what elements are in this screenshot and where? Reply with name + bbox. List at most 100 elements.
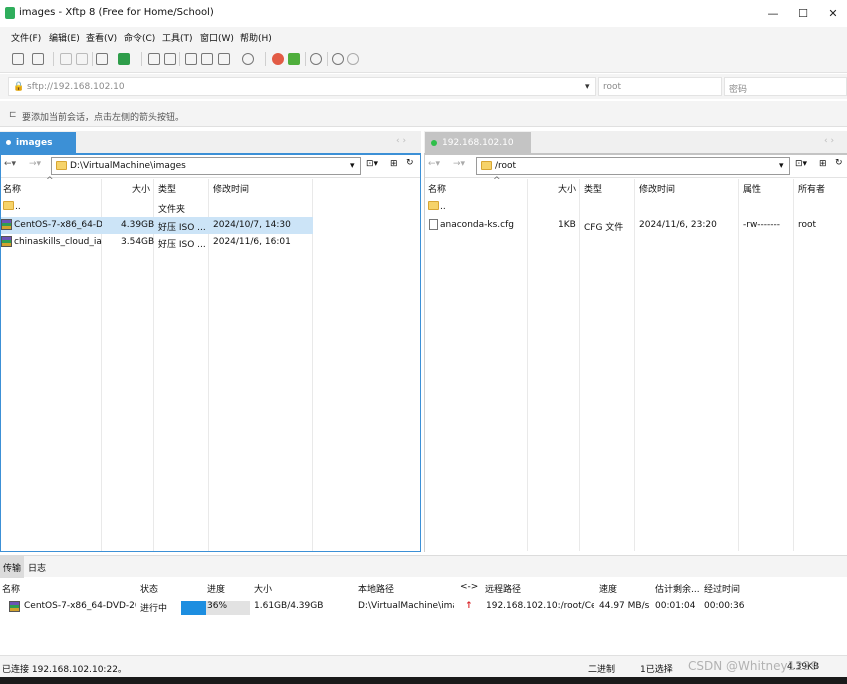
upload-icon[interactable] [148, 53, 160, 65]
menu-view[interactable]: 查看(V) [86, 31, 117, 44]
forward-arrow-icon[interactable]: →▾ [453, 159, 465, 169]
remote-path-input[interactable]: /root ▾ [476, 157, 790, 175]
window-title: images - Xftp 8 (Free for Home/School) [19, 7, 214, 18]
sort-caret-icon: ^ [46, 176, 54, 186]
chevron-down-icon[interactable]: ▾ [585, 82, 590, 92]
disconnect-icon[interactable] [76, 53, 88, 65]
local-path-text: D:\VirtualMachine\images [70, 161, 186, 171]
back-arrow-icon[interactable]: ←▾ [4, 159, 16, 169]
connection-status: 已连接 192.168.102.10:22。 [2, 665, 127, 675]
transfer-row[interactable]: CentOS-7-x86_64-DVD-20... 进行中 36% 1.61GB… [0, 598, 847, 617]
local-column-header: 名称 ^ 大小 类型 修改时间 [1, 176, 420, 197]
upload-arrow-icon: ↑ [465, 601, 473, 611]
add-session-arrow-icon[interactable]: ⊏ [9, 110, 17, 120]
col-modified[interactable]: 修改时间 [639, 182, 675, 195]
remote-column-header: 名称 ^ 大小 类型 修改时间 属性 所有者 [425, 176, 847, 197]
username-placeholder: root [603, 82, 622, 92]
maximize-button[interactable]: ☐ [788, 2, 818, 24]
open-session-icon[interactable] [32, 53, 44, 65]
col-size[interactable]: 大小 [558, 182, 576, 195]
local-path-bar: ←▾ →▾ D:\VirtualMachine\images ▾ ⊡▾ ⊞ ↻ [1, 155, 420, 178]
table-row[interactable]: .. 文件夹 [1, 199, 313, 216]
xftp-icon[interactable] [288, 53, 300, 65]
col-modified[interactable]: 修改时间 [213, 182, 249, 195]
menu-edit[interactable]: 编辑(E) [49, 31, 80, 44]
table-row[interactable]: CentOS-7-x86_64-D... 4.39GB 好压 ISO ... 2… [1, 217, 313, 234]
transfer-mode[interactable]: 二进制 [588, 662, 615, 675]
copy-icon[interactable] [185, 53, 197, 65]
tab-scroll-arrows[interactable]: ‹ › [396, 136, 406, 146]
tab-transfers[interactable]: 传输 [0, 556, 25, 578]
username-input[interactable]: root [598, 77, 722, 96]
xshell-icon[interactable] [272, 53, 284, 65]
col-attributes[interactable]: 属性 [743, 182, 761, 195]
taskbar-edge [0, 677, 847, 684]
chevron-down-icon[interactable]: ▾ [779, 161, 784, 171]
col-name[interactable]: 名称 [428, 182, 446, 195]
tab-images-label: images [16, 137, 53, 148]
title-bar: images - Xftp 8 (Free for Home/School) —… [0, 0, 847, 27]
forward-arrow-icon[interactable]: →▾ [29, 159, 41, 169]
connect-icon[interactable] [60, 53, 72, 65]
table-row[interactable]: .. [425, 199, 845, 216]
new-folder-icon[interactable]: ⊞ [819, 159, 827, 169]
selection-count: 1已选择 [640, 665, 673, 675]
menu-file[interactable]: 文件(F) [11, 31, 41, 44]
download-icon[interactable] [164, 53, 176, 65]
table-row[interactable]: anaconda-ks.cfg 1KB CFG 文件 2024/11/6, 23… [425, 217, 845, 234]
menu-help[interactable]: 帮助(H) [240, 31, 272, 44]
watermark: CSDN @Whitney1229 [688, 659, 819, 673]
file-icon [429, 219, 438, 230]
bookmark-icon[interactable]: ⊡▾ [366, 159, 378, 169]
xftp-app-icon [5, 7, 15, 19]
folder-icon [3, 201, 14, 210]
hint-text: 要添加当前会话，点击左侧的箭头按钮。 [22, 113, 185, 123]
help-icon[interactable] [332, 53, 344, 65]
col-type[interactable]: 类型 [584, 182, 602, 195]
connected-dot-icon [431, 139, 437, 146]
refresh-icon[interactable]: ↻ [835, 158, 843, 168]
sync-icon[interactable] [96, 53, 108, 65]
hint-bar: ⊏ 要添加当前会话，点击左侧的箭头按钮。 [0, 101, 847, 127]
folder-icon [56, 161, 67, 170]
col-type[interactable]: 类型 [158, 182, 176, 195]
col-owner[interactable]: 所有者 [798, 182, 825, 195]
col-size[interactable]: 大小 [132, 182, 150, 195]
bookmark-icon[interactable]: ⊡▾ [795, 159, 807, 169]
new-session-icon[interactable] [12, 53, 24, 65]
host-address-input[interactable]: 🔒 sftp://192.168.102.10 ▾ [8, 77, 596, 96]
chevron-down-icon[interactable]: ▾ [350, 161, 355, 171]
play-icon[interactable] [118, 53, 130, 65]
tab-dot-icon [6, 140, 11, 145]
paste-icon[interactable] [201, 53, 213, 65]
tab-images[interactable]: images [0, 132, 76, 153]
menu-command[interactable]: 命令(C) [124, 31, 155, 44]
iso-file-icon [9, 601, 20, 612]
globe-icon[interactable] [242, 53, 254, 65]
toolbar [0, 46, 847, 73]
chat-icon[interactable] [347, 53, 359, 65]
menu-tools[interactable]: 工具(T) [162, 31, 193, 44]
close-button[interactable]: ✕ [818, 2, 847, 24]
refresh-icon[interactable]: ↻ [406, 158, 414, 168]
sort-caret-icon: ^ [493, 176, 501, 186]
remote-path-text: /root [495, 161, 517, 171]
list-view-icon[interactable] [218, 53, 230, 65]
table-row[interactable]: chinaskills_cloud_ia... 3.54GB 好压 ISO ..… [1, 234, 313, 251]
tab-remote-host[interactable]: 192.168.102.10 [425, 132, 531, 153]
folder-icon [428, 201, 439, 210]
new-folder-icon[interactable]: ⊞ [390, 159, 398, 169]
password-input[interactable]: 密码 [724, 77, 847, 96]
password-placeholder: 密码 [729, 85, 748, 95]
tab-remote-label: 192.168.102.10 [442, 137, 514, 148]
settings-gear-icon[interactable] [310, 53, 322, 65]
menu-window[interactable]: 窗口(W) [200, 31, 234, 44]
minimize-button[interactable]: — [758, 2, 788, 24]
tab-log[interactable]: 日志 [25, 556, 49, 578]
iso-file-icon [1, 219, 12, 230]
tab-scroll-arrows[interactable]: ‹ › [824, 136, 834, 146]
col-name[interactable]: 名称 [3, 182, 21, 195]
iso-file-icon [1, 236, 12, 247]
local-path-input[interactable]: D:\VirtualMachine\images ▾ [51, 157, 361, 175]
back-arrow-icon[interactable]: ←▾ [428, 159, 440, 169]
